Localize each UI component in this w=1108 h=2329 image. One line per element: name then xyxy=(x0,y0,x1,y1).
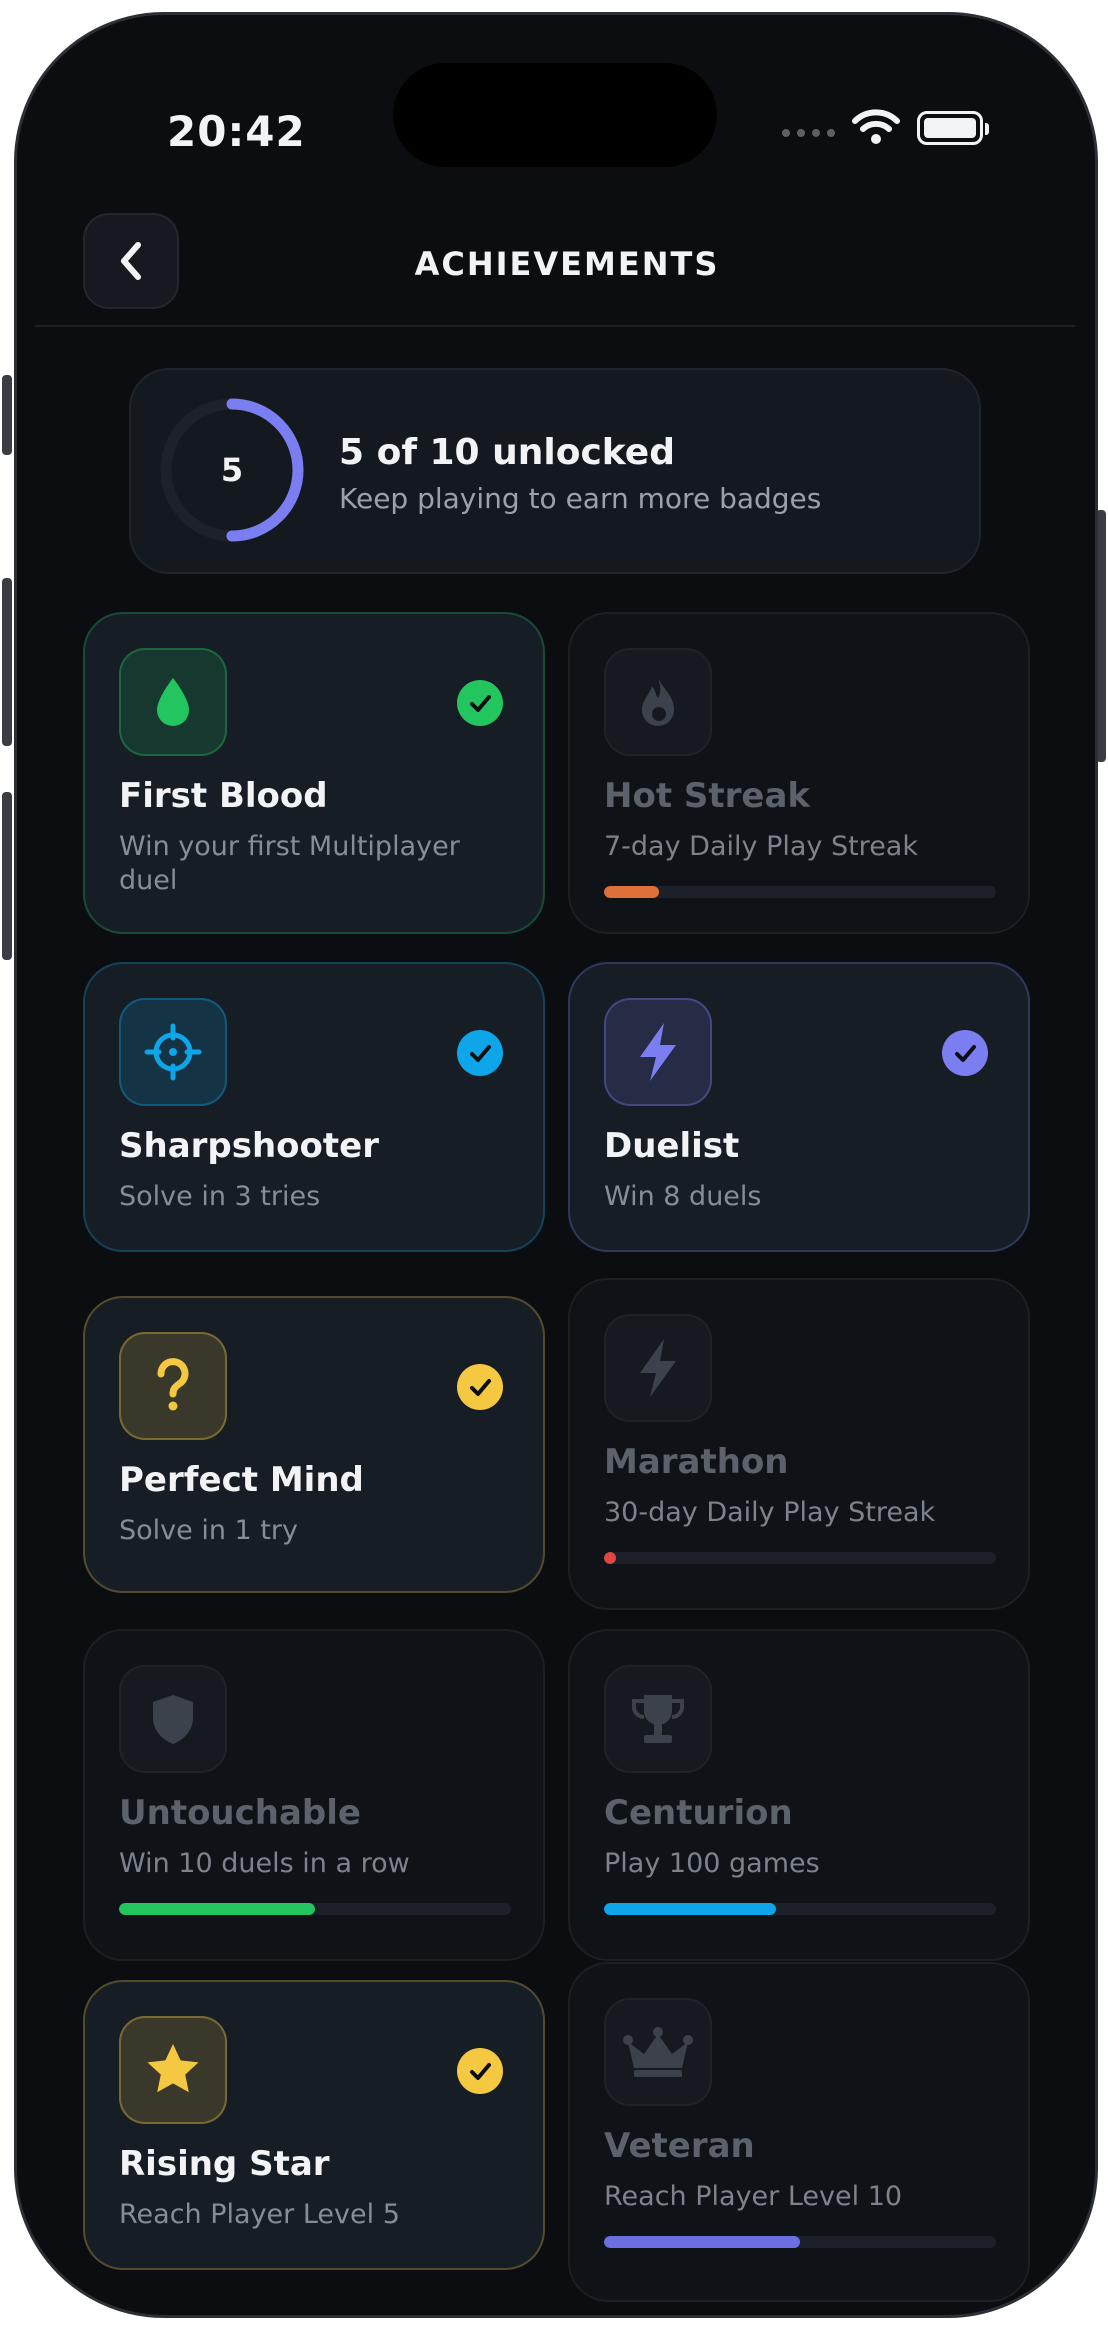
achievement-name: Untouchable xyxy=(119,1793,361,1833)
star-icon xyxy=(143,2040,203,2100)
achievement-progress-bar xyxy=(604,1552,616,1564)
battery-icon xyxy=(917,111,989,145)
achievement-description: Win 8 duels xyxy=(604,1181,762,1212)
crosshair-icon xyxy=(143,1022,203,1082)
unlocked-check-icon xyxy=(942,1030,988,1076)
drop-icon xyxy=(149,674,197,730)
achievement-progress-bar xyxy=(604,2236,800,2248)
lightning-icon xyxy=(636,1021,680,1083)
wifi-icon xyxy=(851,107,901,151)
badge-icon-box xyxy=(119,998,227,1106)
achievement-card[interactable]: Rising Star Reach Player Level 5 xyxy=(83,1980,545,2270)
page-title: ACHIEVEMENTS xyxy=(414,245,720,283)
summary-subtitle: Keep playing to earn more badges xyxy=(339,482,822,515)
achievement-progress-track xyxy=(604,1903,996,1915)
achievement-card[interactable]: Sharpshooter Solve in 3 tries xyxy=(83,962,545,1252)
achievement-description: Play 100 games xyxy=(604,1848,820,1879)
badge-icon-box xyxy=(119,2016,227,2124)
achievement-progress-bar xyxy=(119,1903,315,1915)
badge-icon-box xyxy=(119,1665,227,1773)
progress-summary-card: 5 5 of 10 unlocked Keep playing to earn … xyxy=(129,368,981,574)
badge-icon-box xyxy=(604,1665,712,1773)
achievement-card[interactable]: First Blood Win your first Multiplayer du… xyxy=(83,612,545,934)
unlocked-check-icon xyxy=(457,680,503,726)
achievement-progress-bar xyxy=(604,886,659,898)
dynamic-island xyxy=(393,63,717,167)
achievement-name: Veteran xyxy=(604,2126,755,2166)
achievement-name: Rising Star xyxy=(119,2144,330,2184)
achievement-progress-track xyxy=(119,1903,511,1915)
achievement-card[interactable]: Perfect Mind Solve in 1 try xyxy=(83,1296,545,1593)
header-divider xyxy=(35,325,1075,327)
achievement-description: 7-day Daily Play Streak xyxy=(604,831,918,862)
achievement-progress-track xyxy=(604,1552,996,1564)
achievement-card[interactable]: Centurion Play 100 games xyxy=(568,1629,1030,1961)
summary-title: 5 of 10 unlocked xyxy=(339,432,675,473)
achievement-name: Centurion xyxy=(604,1793,793,1833)
achievement-progress-track xyxy=(604,886,996,898)
achievement-card[interactable]: Untouchable Win 10 duels in a row xyxy=(83,1629,545,1961)
achievement-card[interactable]: Hot Streak 7-day Daily Play Streak xyxy=(568,612,1030,934)
unlocked-check-icon xyxy=(457,2048,503,2094)
achievement-progress-track xyxy=(604,2236,996,2248)
achievement-name: Perfect Mind xyxy=(119,1460,364,1500)
achievement-card[interactable]: Veteran Reach Player Level 10 xyxy=(568,1962,1030,2302)
achievement-name: Sharpshooter xyxy=(119,1126,379,1166)
unlocked-count: 5 xyxy=(220,451,244,489)
achievement-description: 30-day Daily Play Streak xyxy=(604,1497,936,1528)
achievement-description: Solve in 1 try xyxy=(119,1515,298,1546)
trophy-icon xyxy=(628,1689,688,1749)
status-time: 20:42 xyxy=(167,107,306,156)
achievement-card[interactable]: Marathon 30-day Daily Play Streak xyxy=(568,1278,1030,1610)
chevron-left-icon xyxy=(121,242,141,280)
crown-icon xyxy=(622,2024,694,2080)
flame-icon xyxy=(634,674,682,730)
achievement-description: Win your first Multiplayer duel xyxy=(119,831,460,896)
badge-icon-box xyxy=(604,998,712,1106)
achievement-name: First Blood xyxy=(119,776,328,816)
achievement-name: Marathon xyxy=(604,1442,789,1482)
achievement-description: Win 10 duels in a row xyxy=(119,1848,410,1879)
badge-icon-box xyxy=(604,1314,712,1422)
badge-icon-box xyxy=(604,1998,712,2106)
lightning-icon xyxy=(636,1337,680,1399)
achievement-description: Solve in 3 tries xyxy=(119,1181,321,1212)
unlocked-check-icon xyxy=(457,1364,503,1410)
question-icon xyxy=(153,1358,193,1414)
action-button xyxy=(2,375,12,455)
phone-screen: 20:42 ACHIEVEMENTS 5 5 of 10 unlocked Ke… xyxy=(14,12,1098,2318)
badge-icon-box xyxy=(604,648,712,756)
achievement-description: Reach Player Level 10 xyxy=(604,2181,903,2212)
volume-up-button xyxy=(2,578,12,746)
volume-down-button xyxy=(2,792,12,960)
cellular-signal-icon xyxy=(782,129,835,137)
shield-icon xyxy=(149,1691,197,1747)
unlocked-check-icon xyxy=(457,1030,503,1076)
badge-icon-box xyxy=(119,1332,227,1440)
achievement-name: Duelist xyxy=(604,1126,740,1166)
achievement-card[interactable]: Duelist Win 8 duels xyxy=(568,962,1030,1252)
achievement-progress-bar xyxy=(604,1903,777,1915)
achievement-description: Reach Player Level 5 xyxy=(119,2199,400,2230)
achievement-name: Hot Streak xyxy=(604,776,811,816)
back-button[interactable] xyxy=(83,213,179,309)
badge-icon-box xyxy=(119,648,227,756)
